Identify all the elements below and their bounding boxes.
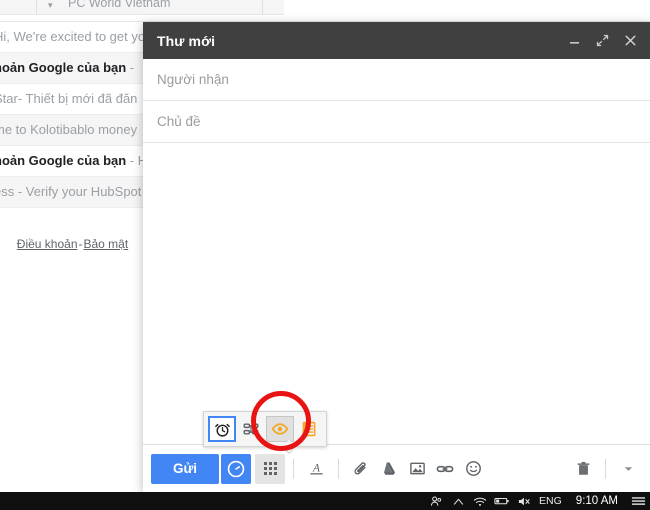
addon-popup [203,411,327,447]
wifi-icon[interactable] [469,492,491,510]
action-center-icon[interactable] [626,492,650,510]
trash-icon[interactable] [569,455,597,483]
windows-taskbar: ENG 9:10 AM [0,492,650,510]
recipients-field[interactable]: Người nhận [143,59,650,101]
email-snippet: Star- Thiết bị mới đã đăn [0,91,138,106]
partial-email-row-top[interactable]: ▾ PC World Vietnam [0,0,284,15]
footer-links: Điều khoản-Bảo mật [0,232,145,256]
google-drive-icon[interactable] [375,455,403,483]
email-sender: hoản Google của bạn [0,60,127,75]
privacy-link[interactable]: Bảo mật [84,237,129,251]
toolbar-divider [605,458,606,479]
schedule-clock-icon[interactable] [221,453,251,484]
send-button[interactable]: Gửi [151,453,219,484]
email-row-text: ess - Verify your HubSpot [0,183,141,201]
email-row-text: me to Kolotibablo money [0,121,137,139]
partial-row-label: PC World Vietnam [68,0,171,10]
recipients-placeholder: Người nhận [157,72,229,87]
email-sender: hoản Google của bạn [0,153,127,168]
email-row-text: hoản Google của bạn - [0,59,134,77]
email-row-text: Hi, We're excited to get yo [0,28,145,46]
email-snippet: - [126,60,135,75]
template-list-icon[interactable] [296,417,322,441]
compose-window: Thư mới Người nhận Chủ đề Gửi A [143,22,650,492]
compose-toolbar: Gửi A [143,411,650,492]
email-snippet: Hi, We're excited to get yo [0,29,146,44]
compose-body-editor[interactable] [143,143,650,444]
taskbar-clock[interactable]: 9:10 AM [568,495,626,507]
compose-header[interactable]: Thư mới [143,22,650,59]
alarm-clock-icon[interactable] [208,416,236,442]
list-separator [0,15,650,22]
email-row-text: hoản Google của bạn - H [0,152,147,170]
link-tracking-icon[interactable] [238,417,264,441]
toolbar-divider [293,458,294,479]
email-snippet: ess - Verify your HubSpot [0,184,142,199]
subject-placeholder: Chủ đề [157,114,201,129]
chevron-down-icon[interactable] [614,455,642,483]
volume-icon[interactable] [513,492,535,510]
onedrive-icon[interactable] [447,492,469,510]
column-divider [262,0,263,14]
email-snippet: me to Kolotibablo money [0,122,138,137]
expand-icon[interactable] [588,26,616,56]
format-text-icon[interactable]: A [302,455,330,483]
insert-photo-icon[interactable] [403,455,431,483]
insert-link-icon[interactable] [431,455,459,483]
read-receipt-eye-icon[interactable] [266,416,294,442]
toolbar-divider [338,458,339,479]
close-icon[interactable] [616,26,644,56]
chevron-down-icon[interactable]: ▾ [48,0,53,13]
column-divider [36,0,37,14]
insert-emoji-icon[interactable] [459,455,487,483]
svg-text:A: A [312,462,320,474]
people-icon[interactable] [425,492,447,510]
addons-grid-icon[interactable] [255,453,285,484]
terms-link[interactable]: Điều khoản [17,237,78,251]
attach-paperclip-icon[interactable] [347,455,375,483]
compose-title: Thư mới [157,32,216,49]
language-indicator[interactable]: ENG [535,495,568,507]
minimize-icon[interactable] [560,26,588,56]
subject-field[interactable]: Chủ đề [143,101,650,143]
battery-icon[interactable] [491,492,513,510]
email-row-text: Star- Thiết bị mới đã đăn [0,90,137,108]
